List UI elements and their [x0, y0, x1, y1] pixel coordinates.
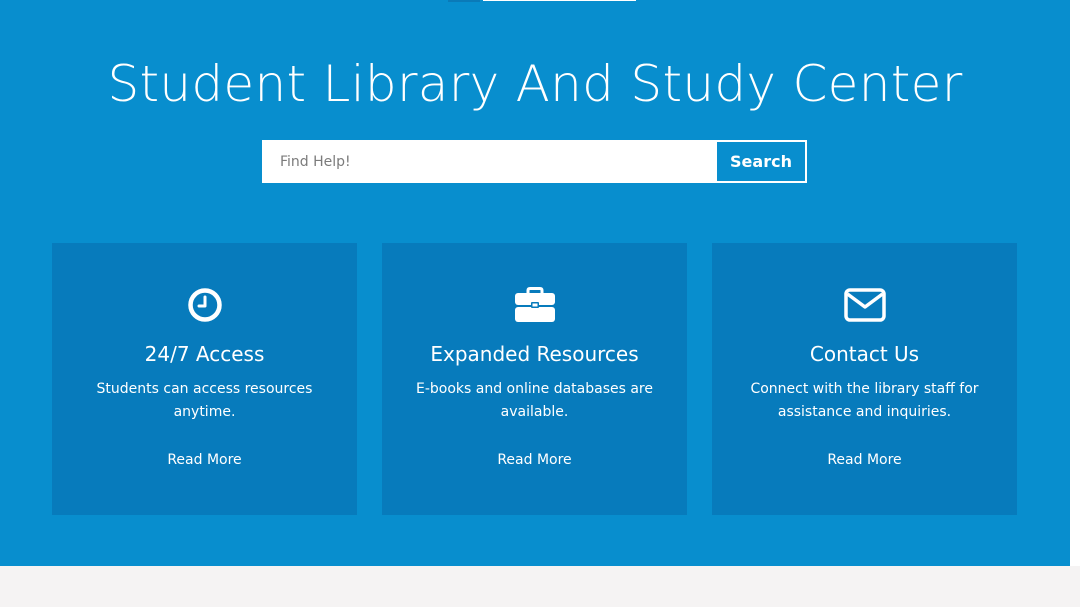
page-title: Student Library And Study Center — [107, 55, 963, 113]
read-more-link[interactable]: Read More — [382, 451, 687, 469]
feature-card-description: Connect with the library staff for assis… — [750, 381, 979, 420]
feature-card-title: Expanded Resources — [430, 342, 639, 366]
envelope-icon — [843, 288, 886, 322]
feature-card-resources: Expanded Resources E-books and online da… — [382, 243, 687, 515]
feature-card-description: E-books and online databases are availab… — [415, 381, 653, 420]
page: Student Library And Study Center Search … — [0, 0, 1080, 607]
search-input[interactable] — [264, 142, 717, 181]
feature-card-contact: Contact Us Connect with the library staf… — [712, 243, 1017, 515]
clock-icon — [187, 288, 222, 322]
top-nav-underline — [483, 0, 636, 1]
right-edge — [1070, 0, 1080, 566]
search-bar: Search — [262, 140, 807, 183]
feature-card-title: Contact Us — [809, 342, 920, 366]
search-button[interactable]: Search — [717, 142, 805, 181]
top-nav-marker — [448, 0, 480, 2]
read-more-link[interactable]: Read More — [52, 451, 357, 469]
feature-card-title: 24/7 Access — [144, 342, 265, 366]
read-more-link[interactable]: Read More — [712, 451, 1017, 469]
feature-card-description: Students can access resources anytime. — [96, 381, 313, 420]
hero-section: Student Library And Study Center Search … — [0, 0, 1070, 566]
briefcase-icon — [514, 287, 555, 322]
feature-card-access: 24/7 Access Students can access resource… — [52, 243, 357, 515]
